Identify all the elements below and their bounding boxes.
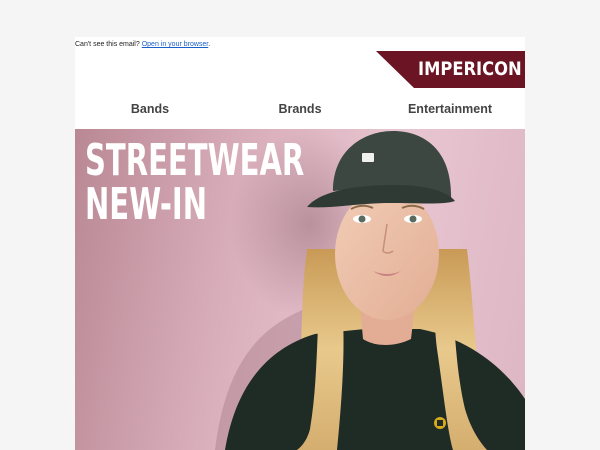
nav-item-entertainment[interactable]: Entertainment xyxy=(395,97,505,129)
hero-title-line1: STREETWEAR xyxy=(85,135,305,186)
impericon-logo[interactable]: IMPERICON xyxy=(376,51,525,88)
nav-item-bands[interactable]: Bands xyxy=(100,97,200,129)
preheader: Can't see this email? Open in your brows… xyxy=(75,41,210,48)
logo-text: IMPERICON xyxy=(418,58,522,80)
hero-title: STREETWEAR NEW-IN xyxy=(85,139,304,227)
hero-banner[interactable]: STREETWEAR NEW-IN xyxy=(75,129,525,450)
preheader-suffix: . xyxy=(208,41,211,48)
main-nav: Bands Brands Entertainment xyxy=(75,97,525,129)
hero-title-line2: NEW-IN xyxy=(85,179,208,230)
preheader-text: Can't see this email? xyxy=(75,41,140,48)
email-container: Can't see this email? Open in your brows… xyxy=(75,37,525,450)
nav-item-brands[interactable]: Brands xyxy=(250,97,350,129)
open-in-browser-link[interactable]: Open in your browser xyxy=(142,41,209,48)
